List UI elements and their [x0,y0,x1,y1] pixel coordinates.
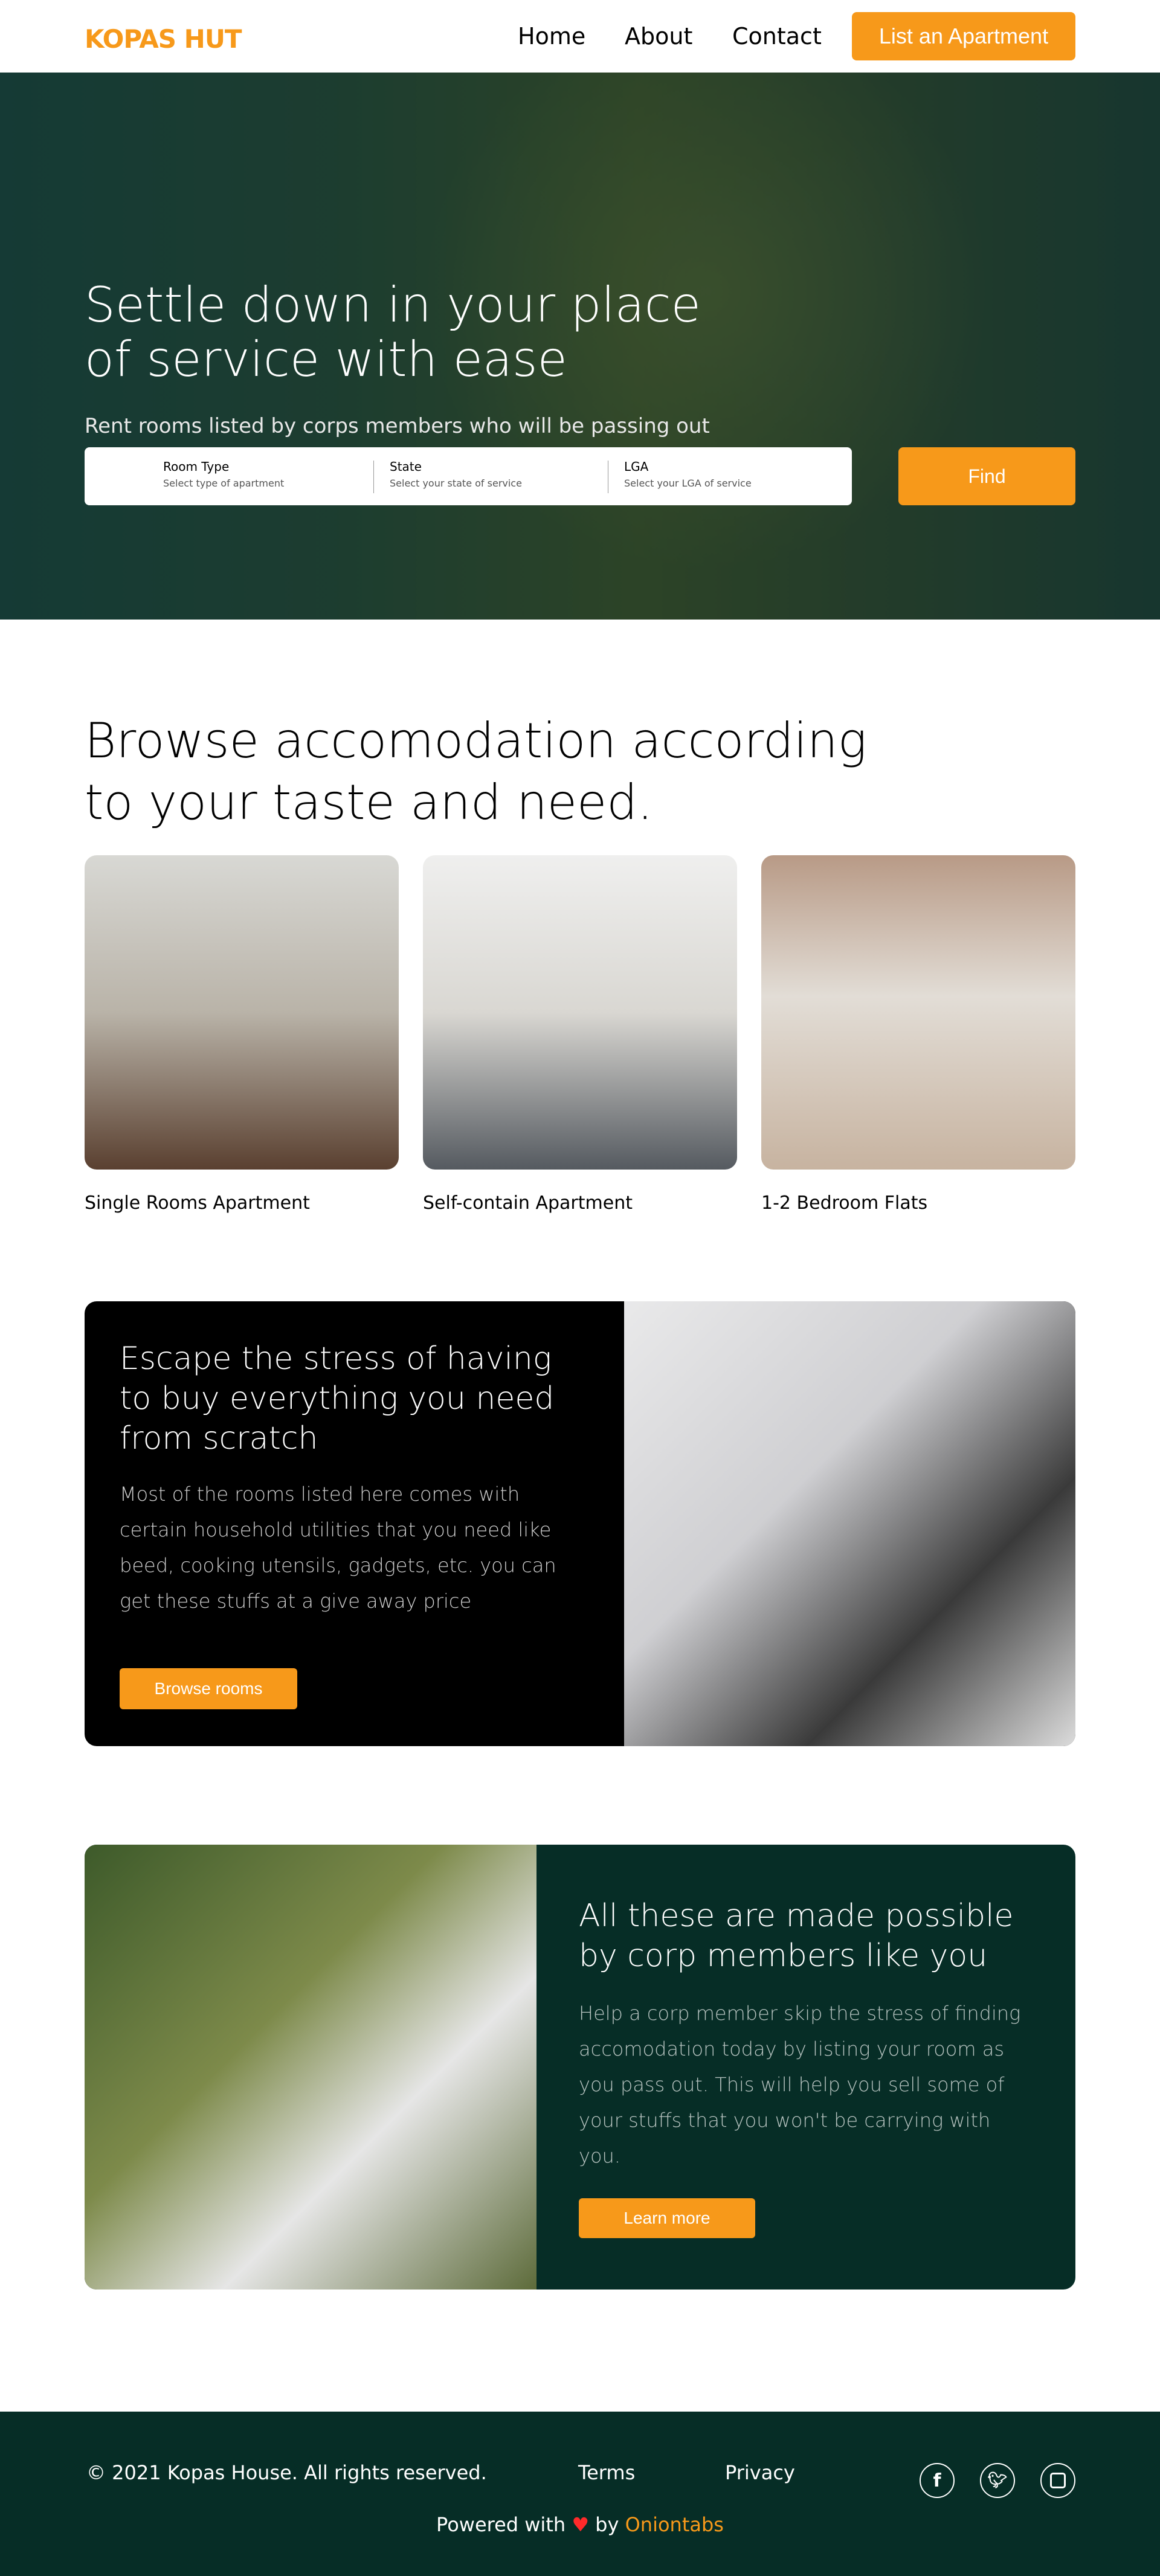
heart-icon: ♥ [572,2513,589,2536]
footer: © 2021 Kopas House. All rights reserved.… [0,2412,1160,2576]
nav-home[interactable]: Home [518,23,585,50]
hero: Settle down in your place of service wit… [0,73,1160,620]
kitchen-image [624,1301,1075,1746]
lga-field[interactable]: LGA Select your LGA of service [624,459,752,493]
divider [373,461,374,493]
card-label[interactable]: Single Rooms Apartment [85,1193,310,1214]
nav-about[interactable]: About [625,23,692,50]
card-image-self-contain[interactable] [423,855,737,1170]
corps-members-image [85,1845,536,2290]
utilities-title: Escape the stress of having to buy every… [120,1341,555,1457]
corps-body: Help a corp member skip the stress of fi… [579,2002,1021,2167]
utilities-section: Escape the stress of having to buy every… [85,1301,1075,1746]
corps-section: All these are made possible by corp memb… [85,1845,1075,2290]
state-field[interactable]: State Select your state of service [390,459,522,493]
navbar: KOPAS HUT Home About Contact List an Apa… [0,0,1160,73]
twitter-icon[interactable]: 🐦︎ [980,2463,1015,2498]
privacy-link[interactable]: Privacy [725,2461,795,2484]
instagram-icon[interactable] [1040,2463,1075,2498]
terms-link[interactable]: Terms [578,2461,635,2484]
browse-rooms-button[interactable]: Browse rooms [120,1668,297,1709]
hero-title: Settle down in your place of service wit… [85,277,701,387]
browse-title: Browse accomodation according to your ta… [85,713,867,830]
card-image-bedroom-flats[interactable] [761,855,1075,1170]
nav-contact[interactable]: Contact [732,23,822,50]
corps-title: All these are made possible by corp memb… [579,1898,1014,1974]
card-image-single-room[interactable] [85,855,399,1170]
powered-by: Powered with ♥ by Oniontabs [436,2513,724,2536]
copyright: © 2021 Kopas House. All rights reserved. [86,2461,487,2484]
learn-more-button[interactable]: Learn more [579,2198,755,2238]
search-bar: Room Type Select type of apartment State S… [85,447,852,505]
logo[interactable]: KOPAS HUT [85,24,242,54]
oniontabs-link[interactable]: Oniontabs [625,2513,724,2536]
card-label[interactable]: 1-2 Bedroom Flats [761,1193,927,1214]
facebook-icon[interactable]: f [920,2463,955,2498]
room-type-field[interactable]: Room Type Select type of apartment [163,459,284,493]
utilities-body: Most of the rooms listed here comes with… [120,1483,556,1613]
card-label[interactable]: Self-contain Apartment [423,1193,633,1214]
find-button[interactable]: Find [898,447,1075,505]
list-apartment-button[interactable]: List an Apartment [852,12,1075,60]
